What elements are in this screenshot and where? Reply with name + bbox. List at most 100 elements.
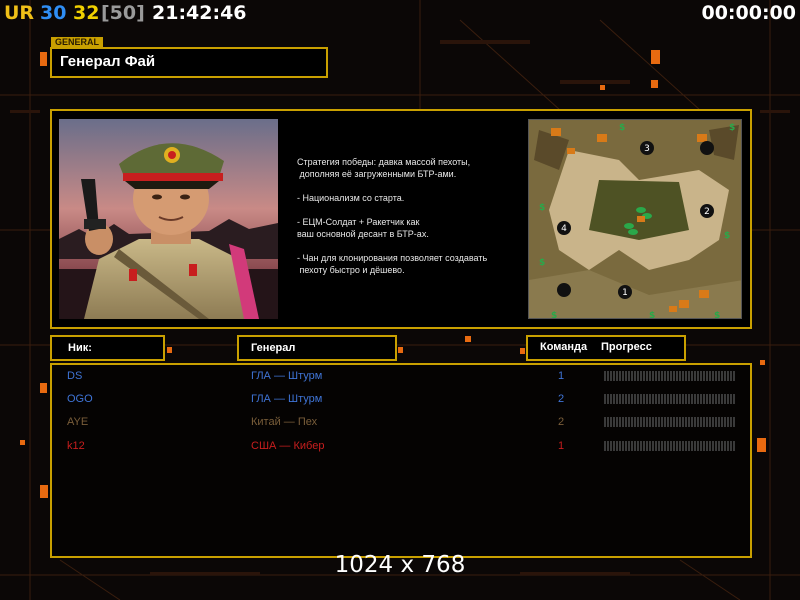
progress-segment	[676, 417, 678, 427]
progress-segment	[709, 394, 711, 404]
progress-segment	[637, 441, 639, 451]
ur-label: UR	[4, 2, 35, 24]
progress-segment	[679, 441, 681, 451]
progress-segment	[625, 371, 627, 381]
progress-segment	[661, 441, 663, 451]
player-row[interactable]: DS ГЛА — Штурм 1	[52, 367, 754, 387]
progress-segment	[643, 417, 645, 427]
player-team[interactable]: 1	[558, 370, 564, 382]
progress-segment	[649, 417, 651, 427]
progress-segment	[724, 441, 726, 451]
spawn-label: 2	[704, 207, 710, 217]
progress-segment	[649, 441, 651, 451]
money-marker: $	[724, 231, 730, 241]
progress-segment	[628, 394, 630, 404]
progress-segment	[604, 394, 606, 404]
progress-segment	[637, 417, 639, 427]
progress-segment	[688, 417, 690, 427]
clock: 21:42:46	[152, 2, 247, 24]
progress-segment	[613, 394, 615, 404]
progress-segment	[673, 371, 675, 381]
progress-segment	[664, 394, 666, 404]
progress-segment	[643, 371, 645, 381]
progress-segment	[625, 417, 627, 427]
player-team[interactable]: 2	[558, 416, 564, 428]
progress-segment	[700, 371, 702, 381]
player-nick: k12	[67, 440, 85, 452]
minimap[interactable]: $ $ $ $ $ $ $ $ 3 2 4 1	[528, 119, 742, 319]
progress-segment	[685, 441, 687, 451]
player-row[interactable]: k12 США — Кибер 1	[52, 437, 754, 457]
progress-segment	[673, 417, 675, 427]
progress-segment	[619, 441, 621, 451]
progress-segment	[682, 441, 684, 451]
progress-segment	[670, 441, 672, 451]
progress-segment	[631, 394, 633, 404]
player-row[interactable]: AYE Китай — Пех 2	[52, 413, 754, 433]
player-progress-bar	[604, 417, 735, 427]
progress-segment	[610, 394, 612, 404]
progress-segment	[640, 417, 642, 427]
progress-segment	[652, 417, 654, 427]
progress-segment	[667, 417, 669, 427]
description-line: - ЕЦМ-Солдат + Ракетчик как	[297, 217, 420, 227]
progress-segment	[667, 394, 669, 404]
progress-segment	[706, 417, 708, 427]
progress-segment	[613, 371, 615, 381]
player-general[interactable]: Китай — Пех	[251, 416, 317, 428]
progress-segment	[685, 394, 687, 404]
progress-segment	[628, 441, 630, 451]
progress-segment	[685, 417, 687, 427]
progress-segment	[622, 417, 624, 427]
progress-segment	[682, 417, 684, 427]
progress-segment	[673, 394, 675, 404]
description-line	[297, 180, 522, 192]
progress-segment	[604, 417, 606, 427]
progress-segment	[706, 394, 708, 404]
strategy-description: Стратегия победы: давка массой пехоты, д…	[297, 156, 522, 276]
progress-segment	[646, 371, 648, 381]
player-general[interactable]: ГЛА — Штурм	[251, 393, 322, 405]
progress-segment	[613, 441, 615, 451]
progress-segment	[721, 441, 723, 451]
progress-segment	[616, 441, 618, 451]
progress-segment	[715, 441, 717, 451]
general-name: Генерал Фай	[60, 53, 156, 70]
spawn-label: 1	[622, 288, 628, 298]
progress-segment	[604, 371, 606, 381]
player-general[interactable]: США — Кибер	[251, 440, 324, 452]
progress-segment	[640, 441, 642, 451]
progress-segment	[655, 371, 657, 381]
progress-segment	[634, 441, 636, 451]
spawn-label: 3	[644, 144, 650, 154]
spawn-label: 4	[561, 224, 567, 234]
progress-segment	[715, 417, 717, 427]
header-general: Генерал	[251, 342, 296, 354]
progress-segment	[682, 371, 684, 381]
progress-segment	[679, 417, 681, 427]
progress-segment	[670, 371, 672, 381]
progress-segment	[661, 417, 663, 427]
progress-segment	[712, 371, 714, 381]
progress-segment	[655, 441, 657, 451]
player-team[interactable]: 1	[558, 440, 564, 452]
progress-segment	[634, 394, 636, 404]
progress-segment	[607, 441, 609, 451]
player-row[interactable]: OGO ГЛА — Штурм 2	[52, 390, 754, 410]
progress-segment	[718, 394, 720, 404]
progress-segment	[649, 371, 651, 381]
player-progress-bar	[604, 371, 735, 381]
progress-segment	[667, 441, 669, 451]
progress-segment	[631, 371, 633, 381]
progress-segment	[697, 417, 699, 427]
progress-segment	[652, 441, 654, 451]
progress-segment	[664, 371, 666, 381]
progress-segment	[628, 371, 630, 381]
progress-segment	[727, 394, 729, 404]
stat-a: 30	[40, 2, 67, 24]
progress-segment	[733, 371, 735, 381]
progress-segment	[700, 441, 702, 451]
player-general[interactable]: ГЛА — Штурм	[251, 370, 322, 382]
player-team[interactable]: 2	[558, 393, 564, 405]
progress-segment	[676, 441, 678, 451]
